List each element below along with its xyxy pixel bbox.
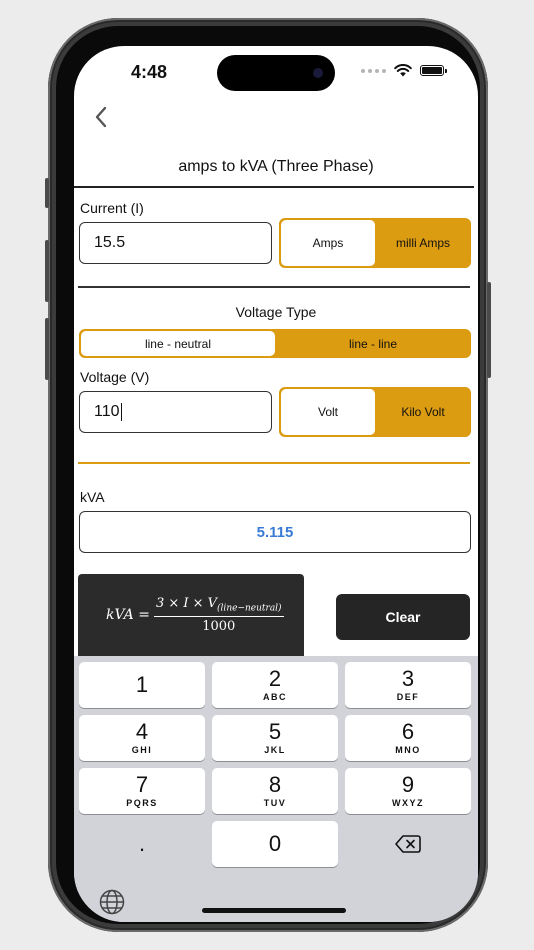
key-1[interactable]: 1: [79, 662, 205, 708]
formula-numerator-text: 3 × I × V: [155, 596, 218, 612]
key-7[interactable]: 7 PQRS: [79, 768, 205, 814]
key-letters: ABC: [263, 692, 287, 702]
key-digit: 8: [268, 772, 282, 797]
volume-up-button: [45, 240, 49, 302]
key-delete[interactable]: [345, 821, 471, 867]
voltage-input[interactable]: 110: [79, 391, 272, 433]
wifi-icon: [394, 64, 412, 77]
key-digit: 4: [135, 719, 149, 744]
text-caret: [120, 403, 123, 421]
key-letters: MNO: [395, 745, 421, 755]
key-4[interactable]: 4 GHI: [79, 715, 205, 761]
key-6[interactable]: 6 MNO: [345, 715, 471, 761]
line-neutral-option[interactable]: line - neutral: [81, 331, 275, 356]
formula-numerator-subscript: (line−neutral): [217, 603, 282, 614]
line-line-option[interactable]: line - line: [276, 330, 470, 357]
key-digit: 2: [268, 666, 282, 691]
camera-icon: [313, 68, 323, 78]
formula-card: kVA = 3 × I × V(line−neutral) 1000: [78, 574, 304, 656]
power-button: [487, 282, 491, 378]
key-2[interactable]: 2 ABC: [212, 662, 338, 708]
key-5[interactable]: 5 JKL: [212, 715, 338, 761]
key-8[interactable]: 8 TUV: [212, 768, 338, 814]
key-letters: GHI: [131, 745, 153, 755]
volume-down-button: [45, 318, 49, 380]
page-title: amps to kVA (Three Phase): [178, 158, 374, 175]
status-time: 4:48: [131, 62, 168, 82]
key-9[interactable]: 9 WXYZ: [345, 768, 471, 814]
current-unit-segmented-control: Amps milli Amps: [279, 218, 471, 268]
key-digit: 3: [401, 666, 415, 691]
formula-fraction: 3 × I × V(line−neutral) 1000: [153, 596, 284, 634]
delete-backward-icon: [395, 835, 421, 853]
dynamic-island: [217, 55, 335, 91]
kva-result-value: 5.115: [256, 523, 294, 541]
key-letters: JKL: [264, 745, 286, 755]
unit-volt-option[interactable]: Volt: [281, 389, 375, 435]
key-digit: 9: [401, 772, 415, 797]
voltage-unit-segmented-control: Volt Kilo Volt: [279, 387, 471, 437]
kva-result-field: 5.115: [79, 511, 471, 553]
key-letters: WXYZ: [392, 798, 424, 808]
title-divider: [74, 186, 474, 188]
key-digit: 0: [268, 831, 282, 856]
section-divider: [78, 286, 470, 288]
formula-lhs: kVA =: [106, 607, 150, 623]
signal-dots-icon: [361, 68, 386, 73]
back-chevron-icon[interactable]: [86, 102, 116, 132]
clear-button[interactable]: Clear: [336, 594, 470, 640]
voltage-label: Voltage (V): [80, 369, 150, 385]
key-letters: DEF: [396, 692, 420, 702]
formula-denominator: 1000: [202, 618, 236, 634]
unit-amps-option[interactable]: Amps: [281, 220, 375, 266]
silent-switch: [45, 178, 49, 208]
key-digit: 1: [135, 672, 149, 697]
voltage-value: 110: [94, 403, 120, 420]
unit-milli-amps-option[interactable]: milli Amps: [376, 219, 470, 267]
key-3[interactable]: 3 DEF: [345, 662, 471, 708]
voltage-type-label: Voltage Type: [235, 304, 317, 320]
battery-icon: [420, 65, 447, 76]
key-digit: 6: [401, 719, 415, 744]
key-digit: 5: [268, 719, 282, 744]
numeric-keyboard: 1 2 ABC 3 DEF 4 GHI 5 JKL 6 MNO 7 PQRS 8…: [74, 656, 478, 922]
unit-kilo-volt-option[interactable]: Kilo Volt: [376, 388, 470, 436]
current-label: Current (I): [80, 200, 144, 216]
bezel: 4:48 amps to kVA (Three Phase) Current (…: [56, 26, 480, 924]
current-input[interactable]: 15.5: [79, 222, 272, 264]
result-divider: [78, 462, 470, 464]
voltage-type-segmented-control: line - neutral line - line: [79, 329, 471, 358]
key-letters: PQRS: [126, 798, 158, 808]
globe-icon[interactable]: [98, 888, 126, 916]
phone-frame: 4:48 amps to kVA (Three Phase) Current (…: [45, 18, 491, 932]
kva-label: kVA: [80, 489, 105, 505]
formula-numerator: 3 × I × V(line−neutral): [153, 596, 284, 617]
key-digit: 7: [135, 772, 149, 797]
status-icons: [361, 64, 447, 77]
screen: 4:48 amps to kVA (Three Phase) Current (…: [74, 46, 478, 922]
key-letters: TUV: [263, 798, 287, 808]
key-decimal[interactable]: .: [79, 821, 205, 867]
home-indicator[interactable]: [202, 908, 346, 913]
key-0[interactable]: 0: [212, 821, 338, 867]
current-value: 15.5: [94, 234, 126, 251]
key-digit: .: [138, 831, 146, 856]
